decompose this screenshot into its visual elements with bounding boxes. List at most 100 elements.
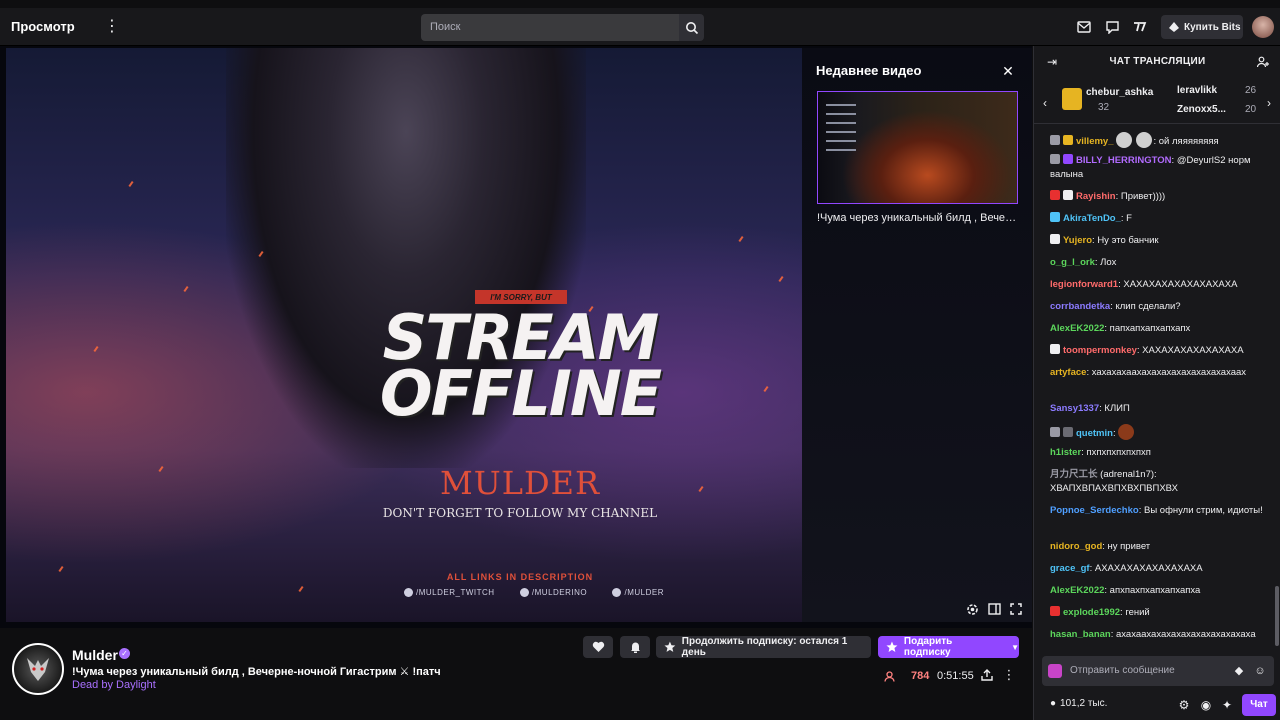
channel-points-icon[interactable]: ◉ xyxy=(1199,698,1213,712)
gift-subscription-button[interactable]: Подарить подписку ▼ xyxy=(878,636,1019,658)
chat-username[interactable]: AlexEK2022 xyxy=(1050,585,1104,596)
poster-title: STREAM OFFLINE xyxy=(320,307,720,425)
chat-settings-gear-icon[interactable]: ⚙ xyxy=(1177,698,1191,712)
badge-icon xyxy=(1050,344,1060,354)
chat-message: o_g_l_ork: Лох xyxy=(1050,257,1117,268)
poster-streamer-name: MULDER xyxy=(439,464,601,502)
chat-scrollbar[interactable] xyxy=(1275,586,1279,646)
browse-link[interactable]: Просмотр xyxy=(11,19,75,34)
badge-icon xyxy=(1050,234,1060,244)
prime-crown-icon[interactable] xyxy=(1132,19,1148,35)
bell-icon xyxy=(630,642,640,653)
chat-username[interactable]: corrbandetka xyxy=(1050,301,1110,312)
search-icon xyxy=(685,21,698,34)
channel-name[interactable]: Mulder xyxy=(72,647,118,663)
poster-social-twitch: /MULDER_TWITCH xyxy=(404,588,495,597)
chat-username[interactable]: Sansy1337 xyxy=(1050,403,1099,414)
gift-subscription-label: Подарить подписку xyxy=(903,636,953,658)
chat-message: AkiraTenDo_: F xyxy=(1050,212,1274,226)
bits-icon[interactable]: ◆ xyxy=(1232,664,1246,678)
top-gifters-leaderboard: ‹ chebur_ashka 32 leravlikk 26 Zenoxx5..… xyxy=(1034,80,1280,124)
chat-message: villemy_: ой ляяяяяяяя xyxy=(1050,132,1274,149)
notifications-bell-button[interactable] xyxy=(620,636,650,658)
recent-video-thumbnail[interactable] xyxy=(817,91,1018,204)
vk-icon xyxy=(519,588,529,597)
chat-username[interactable]: 月力尺工长 xyxy=(1050,469,1098,480)
badge-icon xyxy=(1050,154,1060,164)
fullscreen-icon[interactable] xyxy=(1009,602,1023,616)
channel-avatar[interactable] xyxy=(12,643,64,695)
chat-username[interactable]: Popnoe_Serdechko xyxy=(1050,505,1139,516)
chevron-right-icon[interactable]: › xyxy=(1267,96,1271,110)
badge-icon xyxy=(1063,190,1073,200)
chat-username[interactable]: Yujero xyxy=(1063,235,1092,246)
chat-username[interactable]: artyface xyxy=(1050,367,1086,378)
gifter-name-2[interactable]: leravlikk xyxy=(1177,85,1217,96)
close-icon[interactable]: ✕ xyxy=(1000,63,1016,79)
poster-links-title: ALL LINKS IN DESCRIPTION xyxy=(446,572,594,582)
chat-message: Sansy1337: КЛИП xyxy=(1050,403,1130,414)
gifter-name-3[interactable]: Zenoxx5... xyxy=(1177,104,1226,115)
chat-username[interactable]: legionforward1 xyxy=(1050,279,1118,290)
search-input[interactable]: Поиск xyxy=(421,14,679,41)
chat-username[interactable]: AkiraTenDo_ xyxy=(1063,213,1121,224)
gifter-count-3: 20 xyxy=(1245,104,1257,115)
chat-badge-icon[interactable] xyxy=(1048,664,1062,678)
gifter-count-2: 26 xyxy=(1245,85,1257,96)
chat-send-button[interactable]: Чат xyxy=(1242,694,1276,716)
inbox-icon[interactable] xyxy=(1076,19,1092,35)
chat-message: legionforward1: ХАХАХАХАХАХАХАХАХА xyxy=(1050,279,1238,290)
badge-icon xyxy=(1050,606,1060,616)
continue-subscription-button[interactable]: Продолжить подписку: остался 1 день xyxy=(656,636,871,658)
prime-crown-icon[interactable]: ✦ xyxy=(1220,698,1234,712)
chat-username[interactable]: AlexEK2022 xyxy=(1050,323,1104,334)
poster-social-youtube: /MULDER xyxy=(612,588,664,597)
gifter-name-1[interactable]: chebur_ashka xyxy=(1086,87,1153,98)
chat-message: explode1992: гений xyxy=(1050,606,1274,620)
settings-gear-icon[interactable] xyxy=(965,602,979,616)
chat-username[interactable]: hasan_banan xyxy=(1050,629,1111,640)
stream-uptime: 0:51:55 xyxy=(937,670,974,682)
chat-username[interactable]: o_g_l_ork xyxy=(1050,257,1095,268)
chat-message: grace_gf: АХАХАХАХАХАХАХАХА xyxy=(1050,563,1203,574)
whispers-icon[interactable] xyxy=(1104,19,1120,35)
share-icon[interactable] xyxy=(980,668,994,682)
chat-username[interactable]: grace_gf xyxy=(1050,563,1090,574)
gifter-count-1: 32 xyxy=(1098,102,1110,113)
continue-subscription-label: Продолжить подписку: остался 1 день xyxy=(681,636,848,658)
chat-username[interactable]: quetmin xyxy=(1076,428,1113,439)
chevron-left-icon[interactable]: ‹ xyxy=(1043,96,1047,110)
chat-message: toompermonkey: ХАХАХАХАХАХАХАХА xyxy=(1050,344,1274,358)
chat-username[interactable]: explode1992 xyxy=(1063,607,1120,618)
chat-viewers[interactable]: ● 101,2 тыс. xyxy=(1050,698,1107,709)
theatre-mode-icon[interactable] xyxy=(987,602,1001,616)
chat-username[interactable]: h1ister xyxy=(1050,447,1081,458)
user-avatar[interactable] xyxy=(1252,16,1274,38)
chat-message: hasan_banan: ахахаахахахахахахахахахахах… xyxy=(1050,629,1256,640)
chat-username[interactable]: nidoro_god xyxy=(1050,541,1102,552)
recent-video-caption[interactable]: !Чума через уникальный билд , Вечерне-но… xyxy=(817,212,1021,224)
chat-username[interactable]: toompermonkey xyxy=(1063,345,1137,356)
chat-username[interactable]: BILLY_HERRINGTON xyxy=(1076,155,1172,166)
chat-message: nidoro_god: ну привет xyxy=(1050,541,1151,552)
chat-header-title: ЧАТ ТРАНСЛЯЦИИ xyxy=(1109,56,1206,67)
top-navigation-bar: Просмотр ⋮ Поиск Купить Bits xyxy=(0,8,1280,46)
chat-message: artyface: хахахахаахахахахахахахахахахаа… xyxy=(1050,367,1247,378)
viewer-count: 784 xyxy=(911,670,930,682)
badge-icon xyxy=(1063,154,1073,164)
game-category-link[interactable]: Dead by Daylight xyxy=(72,679,156,691)
search-button[interactable] xyxy=(679,14,704,41)
follow-heart-button[interactable] xyxy=(583,636,613,658)
badge-icon xyxy=(1050,427,1060,437)
more-menu-icon[interactable]: ⋮ xyxy=(104,17,120,37)
community-users-icon[interactable] xyxy=(1256,55,1270,69)
poster-follow-text: DON'T FORGET TO FOLLOW MY CHANNEL xyxy=(382,506,658,520)
more-options-icon[interactable]: ⋮ xyxy=(1002,667,1016,682)
buy-bits-button[interactable]: Купить Bits xyxy=(1161,15,1243,39)
emote-picker-icon[interactable]: ☺ xyxy=(1253,664,1267,678)
chat-username[interactable]: villemy_ xyxy=(1076,136,1114,147)
video-player[interactable]: I'M SORRY, BUT STREAM OFFLINE MULDER DON… xyxy=(0,46,1032,628)
chat-username[interactable]: Rayishin xyxy=(1076,191,1116,202)
chat-message: quetmin: xyxy=(1050,424,1274,441)
badge-icon xyxy=(1063,427,1073,437)
